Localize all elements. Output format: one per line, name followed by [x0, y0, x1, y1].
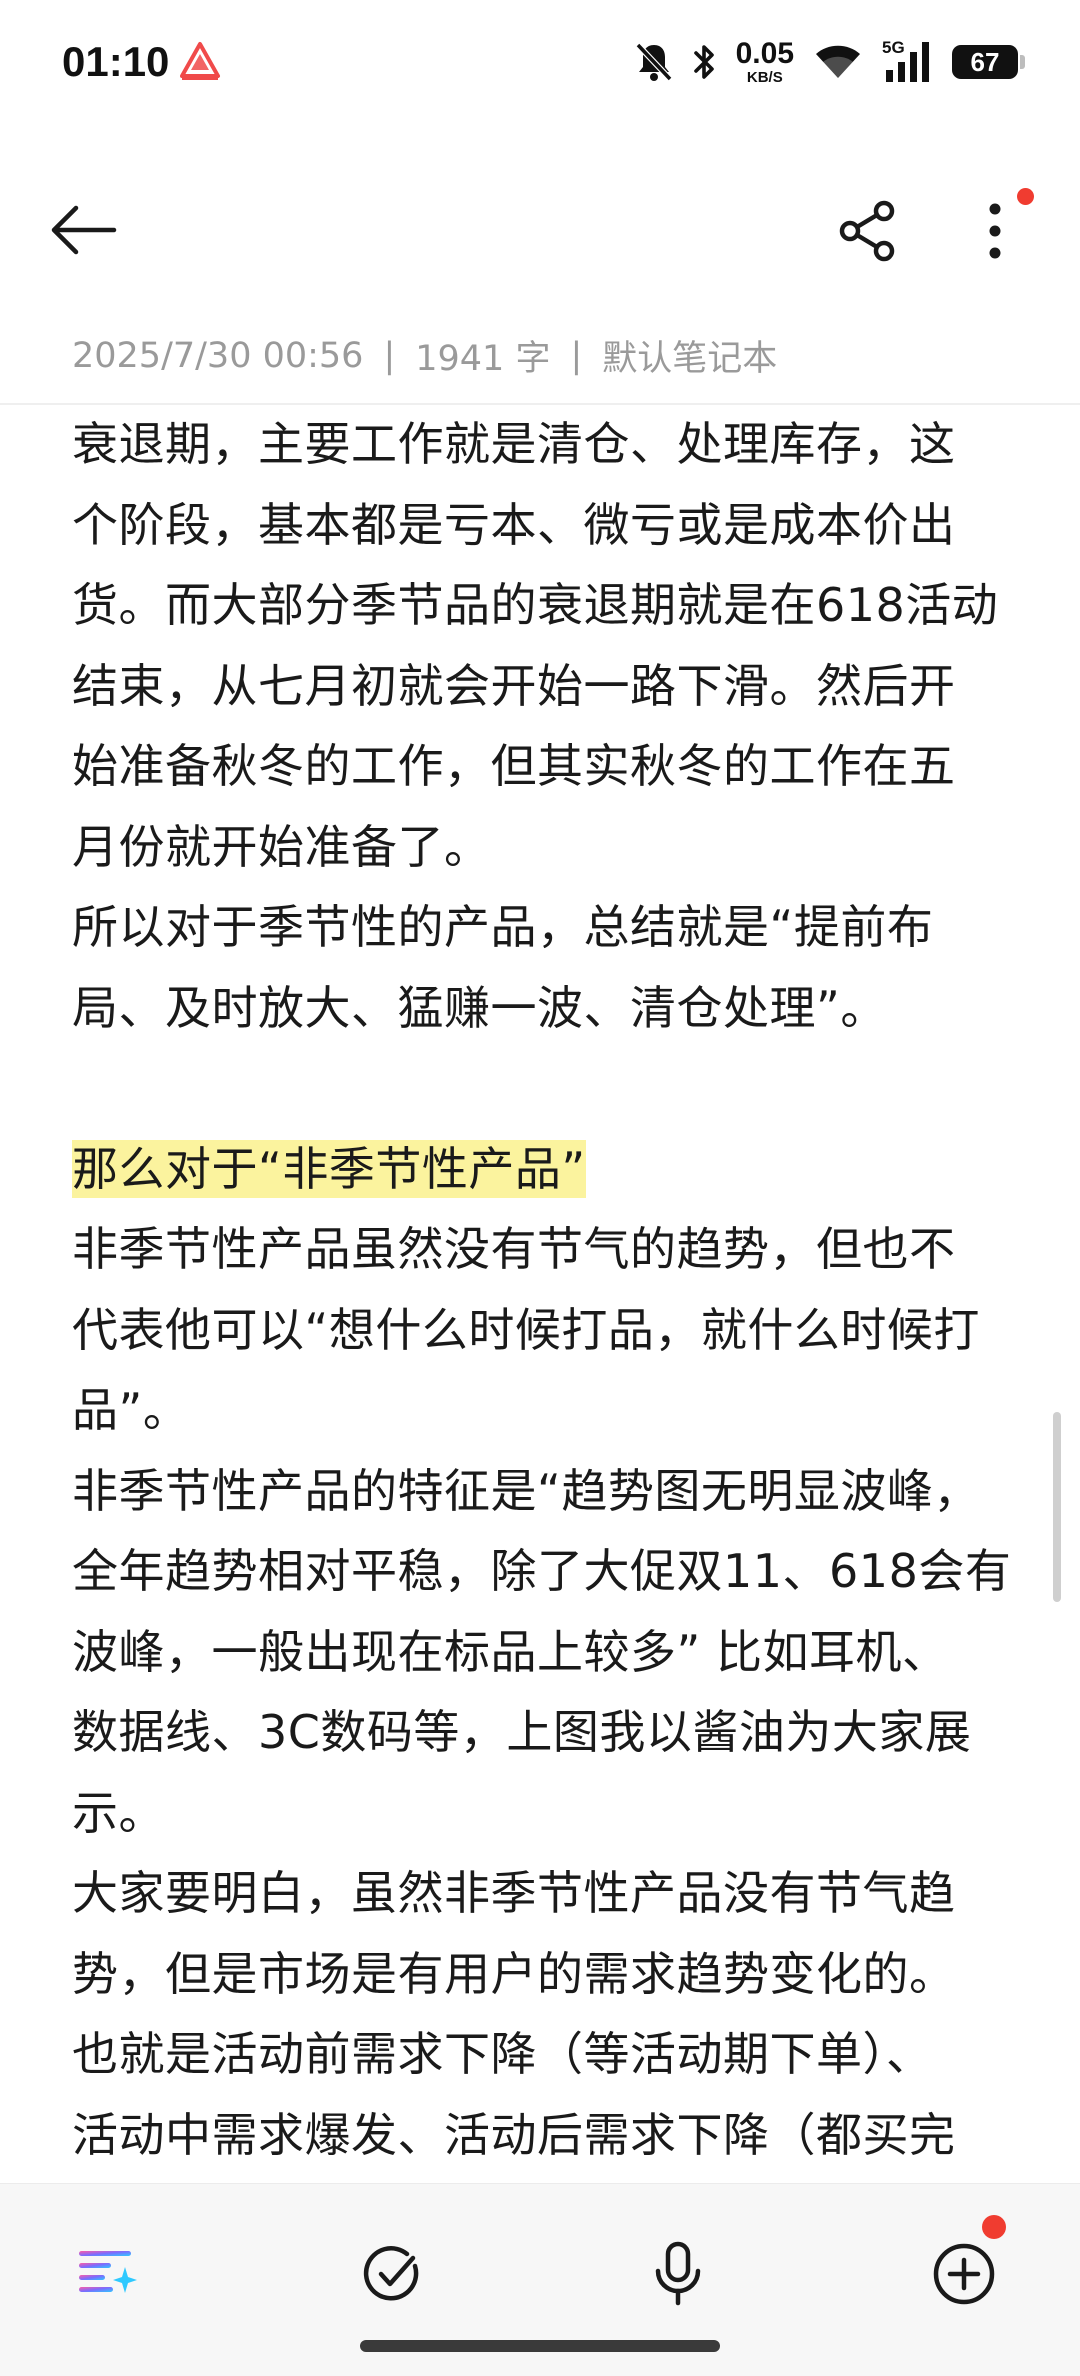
meta-separator: |	[383, 335, 396, 376]
note-line: 品”。	[72, 1383, 190, 1437]
notification-badge	[1017, 188, 1034, 205]
note-line: 也就是活动前需求下降（等活动期下单）、	[72, 2027, 933, 2081]
bell-off-icon	[634, 41, 674, 83]
note-line: 结束，从七月初就会开始一路下滑。然后开	[72, 658, 956, 713]
battery-level: 67	[970, 46, 1000, 77]
note-line: 全年趋势相对平稳，除了大促双11、618会有	[72, 1544, 1012, 1598]
arrow-left-icon	[51, 205, 117, 255]
ai-format-button[interactable]	[57, 2224, 157, 2324]
note-line: 非季节性产品虽然没有节气的趋势，但也不	[72, 1222, 956, 1276]
highlighted-heading: 那么对于“非季节性产品”	[72, 1139, 586, 1198]
note-line: 波峰，一般出现在标品上较多” 比如耳机、	[72, 1624, 949, 1679]
check-circle-icon	[363, 2246, 419, 2301]
note-line: 货。而大部分季节品的衰退期就是在618活动	[72, 578, 999, 632]
note-line: 大家要明白，虽然非季节性产品没有节气趋	[72, 1866, 956, 1920]
share-button[interactable]	[826, 189, 910, 273]
meta-separator: |	[570, 335, 583, 376]
net-speed-unit: KB/S	[746, 69, 783, 86]
bluetooth-icon	[692, 41, 718, 83]
note-blank-line	[72, 1048, 1017, 1129]
voice-input-button[interactable]	[628, 2224, 728, 2324]
todo-button[interactable]	[343, 2224, 443, 2324]
note-heading-line: 那么对于“非季节性产品”	[72, 1129, 1017, 1210]
note-content[interactable]: 衰退期，主要工作就是清仓、处理库存，这 个阶段，基本都是亏本、微亏或是成本价出 …	[72, 404, 1017, 2180]
status-bar: 01:10 0.05 KB/S 5G 67	[0, 0, 1080, 125]
more-vertical-icon	[989, 203, 1001, 259]
status-icons: 0.05 KB/S 5G 67	[634, 36, 1025, 88]
note-line: 所以对于季节性的产品，总结就是“提前布	[72, 900, 934, 954]
note-line: 数据线、3C数码等，上图我以酱油为大家展	[72, 1705, 972, 1759]
signal-bars-icon: 5G	[882, 38, 934, 84]
note-line: 始准备秋冬的工作，但其实秋冬的工作在五	[72, 739, 956, 793]
top-app-bar	[0, 175, 1080, 285]
note-word-count: 1941 字	[415, 339, 551, 379]
note-line: 示。	[72, 1785, 165, 1840]
triangle-logo-icon	[178, 40, 222, 84]
battery-indicator: 67	[952, 45, 1025, 79]
net-speed-value: 0.05	[735, 37, 794, 70]
note-datetime: 2025/7/30 00:56	[72, 335, 364, 376]
status-time: 01:10	[62, 38, 170, 85]
notebook-name[interactable]: 默认笔记本	[602, 330, 777, 381]
note-line: 活动中需求爆发、活动后需求下降（都买完	[72, 2107, 956, 2162]
add-notification-badge	[982, 2215, 1006, 2239]
share-icon	[839, 200, 895, 262]
net-speed: 0.05 KB/S	[735, 37, 794, 86]
note-line: 衰退期，主要工作就是清仓、处理库存，这	[72, 417, 956, 471]
add-button[interactable]	[914, 2224, 1014, 2324]
plus-circle-icon	[933, 2243, 995, 2305]
wifi-icon	[812, 42, 864, 82]
home-indicator[interactable]	[360, 2340, 720, 2352]
note-line: 个阶段，基本都是亏本、微亏或是成本价出	[72, 497, 956, 552]
back-button[interactable]	[40, 193, 126, 267]
note-line: 局、及时放大、猛赚一波、清仓处理”。	[72, 980, 887, 1035]
microphone-icon	[655, 2241, 701, 2306]
note-line: 代表他可以“想什么时候打品，就什么时候打	[72, 1302, 980, 1357]
note-line: 势，但是市场是有用户的需求趋势变化的。	[72, 1946, 956, 2001]
scrollbar-thumb[interactable]	[1053, 1412, 1061, 1602]
ai-format-icon	[79, 2251, 137, 2293]
note-line: 非季节性产品的特征是“趋势图无明显波峰，	[72, 1463, 980, 1518]
note-line: 月份就开始准备了。	[72, 819, 491, 874]
note-meta: 2025/7/30 00:56 | 1941 字 | 默认笔记本	[72, 330, 777, 381]
